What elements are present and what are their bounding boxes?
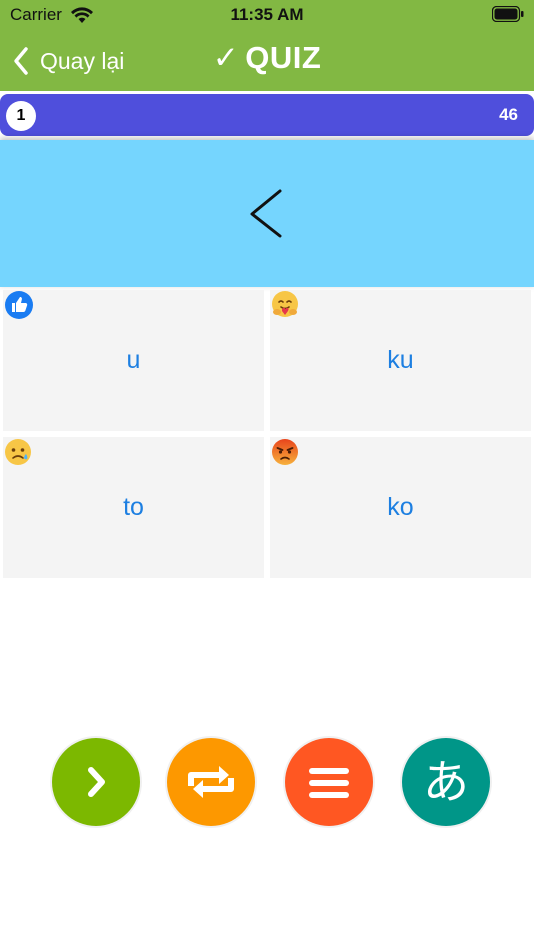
repeat-button[interactable]: [167, 738, 255, 826]
hiragana-label: あ: [423, 755, 469, 809]
page-title-text: QUIZ: [245, 40, 322, 75]
thumbs-up-icon: [5, 291, 33, 319]
menu-button[interactable]: [285, 738, 373, 826]
question-kana-glyph: [250, 189, 282, 238]
answer-option-3[interactable]: to: [3, 437, 264, 578]
angry-emoji-icon: [272, 439, 298, 465]
answer-label: u: [126, 346, 141, 374]
chevron-right-icon: [88, 767, 105, 797]
progress-bar: 1 46: [0, 94, 534, 136]
header-bar: Carrier 11:35 AM Quay lại ✓ QUIZ: [0, 0, 534, 91]
answer-option-1[interactable]: u: [3, 290, 264, 431]
total-questions: 46: [499, 105, 518, 124]
answer-option-4[interactable]: ko: [270, 437, 531, 578]
sad-emoji-icon: [5, 439, 31, 465]
repeat-icon: [188, 766, 234, 798]
answer-label: to: [123, 493, 144, 521]
answer-label: ko: [387, 493, 414, 521]
battery-icon: [492, 6, 524, 22]
status-time: 11:35 AM: [230, 5, 304, 24]
hiragana-button[interactable]: あ: [402, 738, 490, 826]
next-button[interactable]: [52, 738, 140, 826]
answer-option-2[interactable]: ku: [270, 290, 531, 431]
hamburger-menu-icon: [309, 768, 349, 798]
page-title: ✓ QUIZ: [0, 40, 534, 76]
status-bar: Carrier 11:35 AM: [0, 0, 534, 32]
check-icon: ✓: [212, 40, 240, 75]
hug-emoji-icon: [272, 291, 298, 317]
current-question-badge: 1: [6, 101, 36, 131]
answer-label: ku: [387, 346, 414, 374]
